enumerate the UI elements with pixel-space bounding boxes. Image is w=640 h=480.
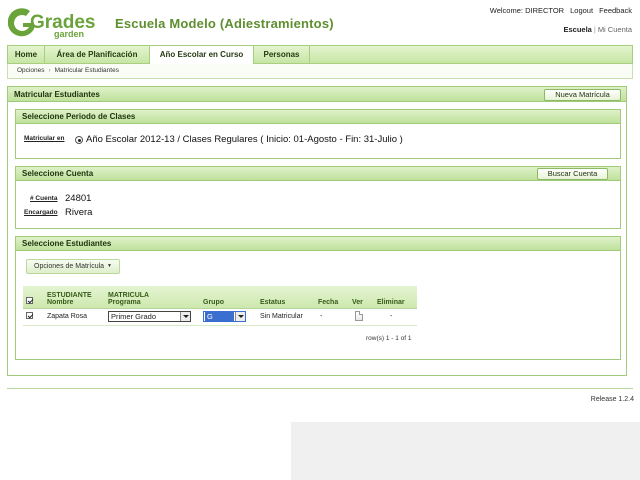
matricular-en-label: Matricular en (24, 135, 65, 142)
breadcrumb-current: Matricular Estudiantes (54, 67, 119, 74)
programa-value: Primer Grado (111, 312, 157, 321)
context-separator: | (593, 25, 596, 34)
estudiantes-panel: Seleccione Estudiantes Opciones de Matrí… (15, 236, 621, 360)
breadcrumb-opciones[interactable]: Opciones (17, 67, 44, 74)
row-grupo-cell: G (203, 308, 260, 326)
encargado-value: Rivera (65, 207, 93, 218)
escuela-link[interactable]: Escuela (564, 25, 592, 34)
opciones-matricula-label: Opciones de Matrícula (34, 263, 105, 270)
page: Grades garden Escuela Modelo (Adiestrami… (0, 0, 640, 422)
footer-divider (7, 388, 633, 389)
periodo-header: Seleccione Periodo de Clases (16, 110, 620, 124)
logo-sub: garden (54, 29, 84, 39)
context-links: Escuela | Mi Cuenta (564, 25, 633, 34)
caret-down-icon: ▼ (107, 263, 112, 269)
col-eliminar: Eliminar (377, 286, 417, 309)
row-eliminar[interactable]: - (377, 308, 417, 326)
col-ver: Ver (352, 286, 377, 309)
mi-cuenta-link[interactable]: Mi Cuenta (598, 25, 632, 34)
row-nombre: Zapata Rosa (47, 308, 108, 326)
page-title: Matricular Estudiantes (14, 90, 100, 99)
tab-ano-escolar[interactable]: Año Escolar en Curso (150, 46, 254, 65)
table-row: Zapata Rosa Primer Grado G Sin Matricula… (23, 308, 417, 326)
app-title: Escuela Modelo (Adiestramientos) (115, 16, 334, 31)
col-estatus: Estatus (260, 286, 318, 309)
periodo-panel: Seleccione Periodo de Clases Matricular … (15, 109, 621, 159)
grades-garden-logo[interactable]: Grades garden (7, 6, 108, 40)
periodo-radio[interactable] (75, 136, 83, 144)
main-nav: Home Área de Planificación Año Escolar e… (7, 45, 633, 65)
breadcrumb: Opciones › Matricular Estudiantes (7, 64, 633, 79)
tab-personas[interactable]: Personas (254, 46, 310, 64)
row-fecha: - (318, 308, 352, 326)
grupo-select[interactable]: G (203, 311, 246, 322)
document-icon[interactable] (355, 310, 363, 321)
nueva-matricula-button[interactable]: Nueva Matrícula (544, 89, 621, 101)
col-estudiante-top: ESTUDIANTE (47, 291, 92, 299)
breadcrumb-separator: › (48, 67, 51, 74)
periodo-title: Seleccione Periodo de Clases (22, 112, 136, 121)
opciones-matricula-button[interactable]: Opciones de Matrícula ▼ (26, 259, 120, 274)
cuenta-header: Seleccione Cuenta (16, 167, 620, 181)
release-version: Release 1.2.4 (590, 396, 634, 403)
cuenta-numero-label: # Cuenta (30, 195, 58, 202)
select-all-cell (23, 286, 47, 309)
col-matricula: MATRICULA Programa (108, 286, 203, 309)
tab-area-planificacion[interactable]: Área de Planificación (45, 46, 150, 64)
cuenta-numero-value: 24801 (65, 193, 92, 204)
pagination-info: row(s) 1 - 1 of 1 (366, 335, 412, 342)
row-checkbox[interactable] (26, 312, 33, 319)
logo-graphic: Grades garden (7, 8, 95, 39)
col-grupo: Grupo (203, 286, 260, 309)
matricular-region: Matricular Estudiantes Nueva Matrícula S… (7, 86, 627, 376)
feedback-link[interactable]: Feedback (599, 6, 632, 15)
table-header-row: ESTUDIANTE Nombre MATRICULA Programa Grupo… (23, 286, 417, 309)
row-select-cell (23, 308, 47, 326)
estudiantes-header: Seleccione Estudiantes (16, 237, 620, 251)
tab-home[interactable]: Home (8, 46, 45, 64)
lower-white-area (0, 422, 291, 480)
cuenta-panel: Seleccione Cuenta Buscar Cuenta # Cuenta… (15, 166, 621, 229)
select-all-checkbox[interactable] (26, 296, 33, 304)
region-header: Matricular Estudiantes (8, 87, 626, 102)
col-matricula-top: MATRICULA (108, 291, 150, 299)
col-matricula-bottom: Programa (108, 298, 141, 306)
row-programa-cell: Primer Grado (108, 308, 203, 326)
col-estudiante: ESTUDIANTE Nombre (47, 286, 108, 309)
row-ver-cell (352, 308, 377, 326)
estudiantes-table: ESTUDIANTE Nombre MATRICULA Programa Grupo… (23, 286, 417, 326)
row-estatus: Sin Matricular (260, 308, 318, 326)
welcome-text: Welcome: DIRECTOR (489, 6, 565, 15)
encargado-label: Encargado (24, 209, 58, 216)
dropdown-arrow-icon (180, 312, 190, 321)
col-estudiante-bottom: Nombre (47, 298, 74, 306)
estudiantes-title: Seleccione Estudiantes (22, 239, 112, 248)
dropdown-arrow-icon (235, 312, 245, 321)
grupo-value: G (205, 312, 234, 321)
cuenta-title: Seleccione Cuenta (22, 169, 94, 178)
buscar-cuenta-button[interactable]: Buscar Cuenta (537, 168, 608, 180)
col-fecha: Fecha (318, 286, 352, 309)
top-links: Welcome: DIRECTOR Logout Feedback (490, 6, 632, 15)
logout-link[interactable]: Logout (570, 6, 593, 15)
periodo-value: Año Escolar 2012-13 / Clases Regulares (… (86, 134, 403, 145)
programa-select[interactable]: Primer Grado (108, 311, 191, 322)
